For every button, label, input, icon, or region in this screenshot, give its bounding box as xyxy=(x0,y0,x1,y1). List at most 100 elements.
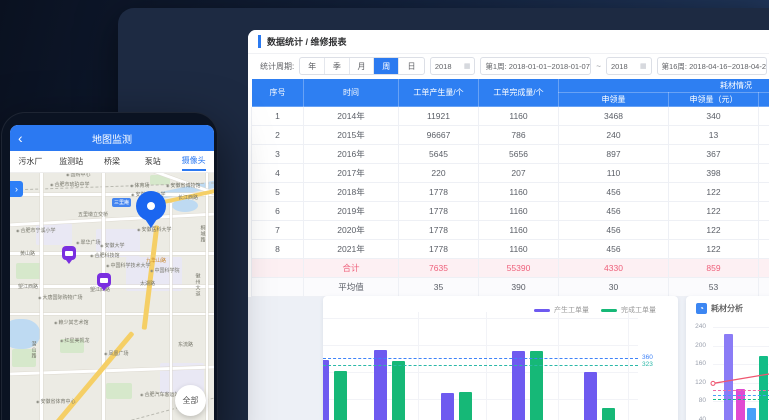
back-icon[interactable]: ‹ xyxy=(18,131,23,145)
col-produced: 工单产生量/个 xyxy=(399,79,479,107)
filter-bar: 统计周期: 年季月周日 2018 ▦ 第1周: 2018-01-01~2018-… xyxy=(248,54,769,78)
expand-panel-button[interactable]: › xyxy=(10,181,23,197)
map-label: 安徽医科大学 xyxy=(137,228,172,234)
gridline xyxy=(558,312,559,420)
map-label: 潜山路 xyxy=(30,341,36,359)
map-pin-tail xyxy=(145,219,157,228)
map-label: 长江西路 xyxy=(178,196,198,202)
workorder-bar-chart: 360323 xyxy=(323,296,678,420)
phone-header: ‹ 地图监测 xyxy=(10,125,214,151)
reference-line xyxy=(323,358,638,359)
map-label: 中国科学技术大学 xyxy=(106,264,151,270)
start-week-select[interactable]: 第1周: 2018-01-01~2018-01-07 xyxy=(480,57,591,75)
map-label: 太湖路 xyxy=(140,282,155,288)
total-row: 合计 7635 55390 4330 859 349 3343 xyxy=(252,259,769,278)
map-view[interactable]: 三里庵 › 全部 国购中心合肥市琥珀中学体育场安徽农业大学安徽省博物馆长江西路五… xyxy=(10,173,214,420)
app-panel: 数据统计 / 维修报表 统计周期: 年季月周日 2018 ▦ 第1周: 2018… xyxy=(248,30,769,420)
average-label: 平均值 xyxy=(304,278,399,297)
period-周[interactable]: 周 xyxy=(374,58,399,74)
col-sub-1: 申领量 xyxy=(559,93,669,107)
phone-screen: ‹ 地图监测 污水厂监测站桥梁泵站摄像头 xyxy=(10,125,214,420)
reference-line xyxy=(323,365,638,366)
report-table: 序号 时间 工单产生量/个 工单完成量/个 耗材情况 申领量 申领量（元） 审批… xyxy=(251,78,769,297)
col-group-consumables: 耗材情况 xyxy=(559,79,769,93)
col-completed: 工单完成量/个 xyxy=(479,79,559,107)
period-年[interactable]: 年 xyxy=(300,58,325,74)
table-row: 62019年177811604561227967 xyxy=(252,202,769,221)
bar xyxy=(323,360,329,420)
report-table-wrap: 序号 时间 工单产生量/个 工单完成量/个 耗材情况 申领量 申领量（元） 审批… xyxy=(248,78,769,297)
map-label: 中国科学院 xyxy=(150,269,180,275)
bar xyxy=(459,392,472,420)
consumables-bar-line-chart: 2402001601208040 xyxy=(686,296,769,420)
map-label: 安徽大学 xyxy=(100,244,125,250)
map-label: 九华山路 xyxy=(146,259,166,265)
metro-station-chip[interactable]: 三里庵 xyxy=(112,198,131,207)
map-label: 红星美凯龙 xyxy=(60,339,90,345)
map-label: 国购中心 xyxy=(66,173,91,179)
bar xyxy=(334,371,347,420)
map-label: 五里墩立交桥 xyxy=(78,213,108,219)
table-row: 52018年177811604561227967 xyxy=(252,183,769,202)
map-label: 大唐国际购物广场 xyxy=(38,296,83,302)
table-row: 22015年96667786240137690 xyxy=(252,126,769,145)
phone-page-title: 地图监测 xyxy=(92,131,132,146)
period-日[interactable]: 日 xyxy=(399,58,424,74)
map-label: 凤凰广场 xyxy=(104,352,129,358)
breadcrumb-bar: 数据统计 / 维修报表 xyxy=(248,30,769,54)
phone-tab-摄像头[interactable]: 摄像头 xyxy=(173,151,214,172)
map-label: 东流路 xyxy=(178,343,193,349)
map-label: 桐城路 xyxy=(199,225,205,243)
col-sub-2: 申领量（元） xyxy=(669,93,759,107)
bar xyxy=(530,351,543,420)
phone-tab-桥梁[interactable]: 桥梁 xyxy=(92,151,133,172)
table-row: 32016年56455656897367124129 xyxy=(252,145,769,164)
map-road xyxy=(206,173,208,420)
period-segmented-control: 年季月周日 xyxy=(299,57,425,75)
screenshot-root: 数据统计 / 维修报表 统计周期: 年季月周日 2018 ▦ 第1周: 2018… xyxy=(0,0,769,420)
map-park xyxy=(106,383,132,399)
consumables-chart-card: 耗材分析 2402001601208040 xyxy=(686,296,769,420)
end-year-select[interactable]: 2018 ▦ xyxy=(606,57,652,75)
period-label: 统计周期: xyxy=(260,61,294,72)
phone-tab-监测站[interactable]: 监测站 xyxy=(51,151,92,172)
col-time: 时间 xyxy=(304,79,399,107)
map-label: 合肥市琥珀中学 xyxy=(50,183,90,189)
map-label: 黄山路 xyxy=(20,252,35,258)
trend-line xyxy=(686,296,769,420)
table-row: 12014年1192111603468340702500 xyxy=(252,107,769,126)
gridline xyxy=(323,318,638,319)
phone-tab-bar: 污水厂监测站桥梁泵站摄像头 xyxy=(10,151,214,173)
start-year-select[interactable]: 2018 ▦ xyxy=(430,57,476,75)
all-button[interactable]: 全部 xyxy=(175,385,206,416)
gridline xyxy=(418,312,419,420)
phone-mockup: ‹ 地图监测 污水厂监测站桥梁泵站摄像头 xyxy=(1,112,218,420)
table-row: 72020年177811604561227967 xyxy=(252,221,769,240)
map-label: 徽州大道 xyxy=(194,273,200,297)
end-week-select[interactable]: 第16周: 2018-04-16~2018-04-22 xyxy=(657,57,768,75)
reference-line-label: 323 xyxy=(642,361,653,368)
map-label: 安徽省体育中心 xyxy=(36,400,76,406)
table-row: 42017年2202071103989019 xyxy=(252,164,769,183)
bar xyxy=(584,372,597,420)
period-月[interactable]: 月 xyxy=(350,58,375,74)
col-sub-3: 审批量 xyxy=(759,93,769,107)
period-季[interactable]: 季 xyxy=(325,58,350,74)
table-header: 序号 时间 工单产生量/个 工单完成量/个 耗材情况 申领量 申领量（元） 审批… xyxy=(252,79,769,107)
map-label: 安徽省博物馆 xyxy=(166,184,201,190)
map-label: 合肥市宁溪小学 xyxy=(16,229,56,235)
camera-marker[interactable] xyxy=(62,246,76,260)
map-label: 翠华广场 xyxy=(76,241,101,247)
phone-tab-污水厂[interactable]: 污水厂 xyxy=(10,151,51,172)
map-pin-marker[interactable] xyxy=(136,191,166,221)
bar xyxy=(374,350,387,420)
bar xyxy=(602,408,615,420)
phone-tab-泵站[interactable]: 泵站 xyxy=(132,151,173,172)
map-label: 赖少其艺术馆 xyxy=(54,321,89,327)
average-row: 平均值 35 390 30 53 111 140 xyxy=(252,278,769,297)
map-label: 望江西路 xyxy=(18,285,38,291)
breadcrumb: 数据统计 / 维修报表 xyxy=(258,35,347,48)
gridline xyxy=(486,312,487,420)
gridline xyxy=(323,345,638,346)
camera-marker[interactable] xyxy=(97,273,111,287)
